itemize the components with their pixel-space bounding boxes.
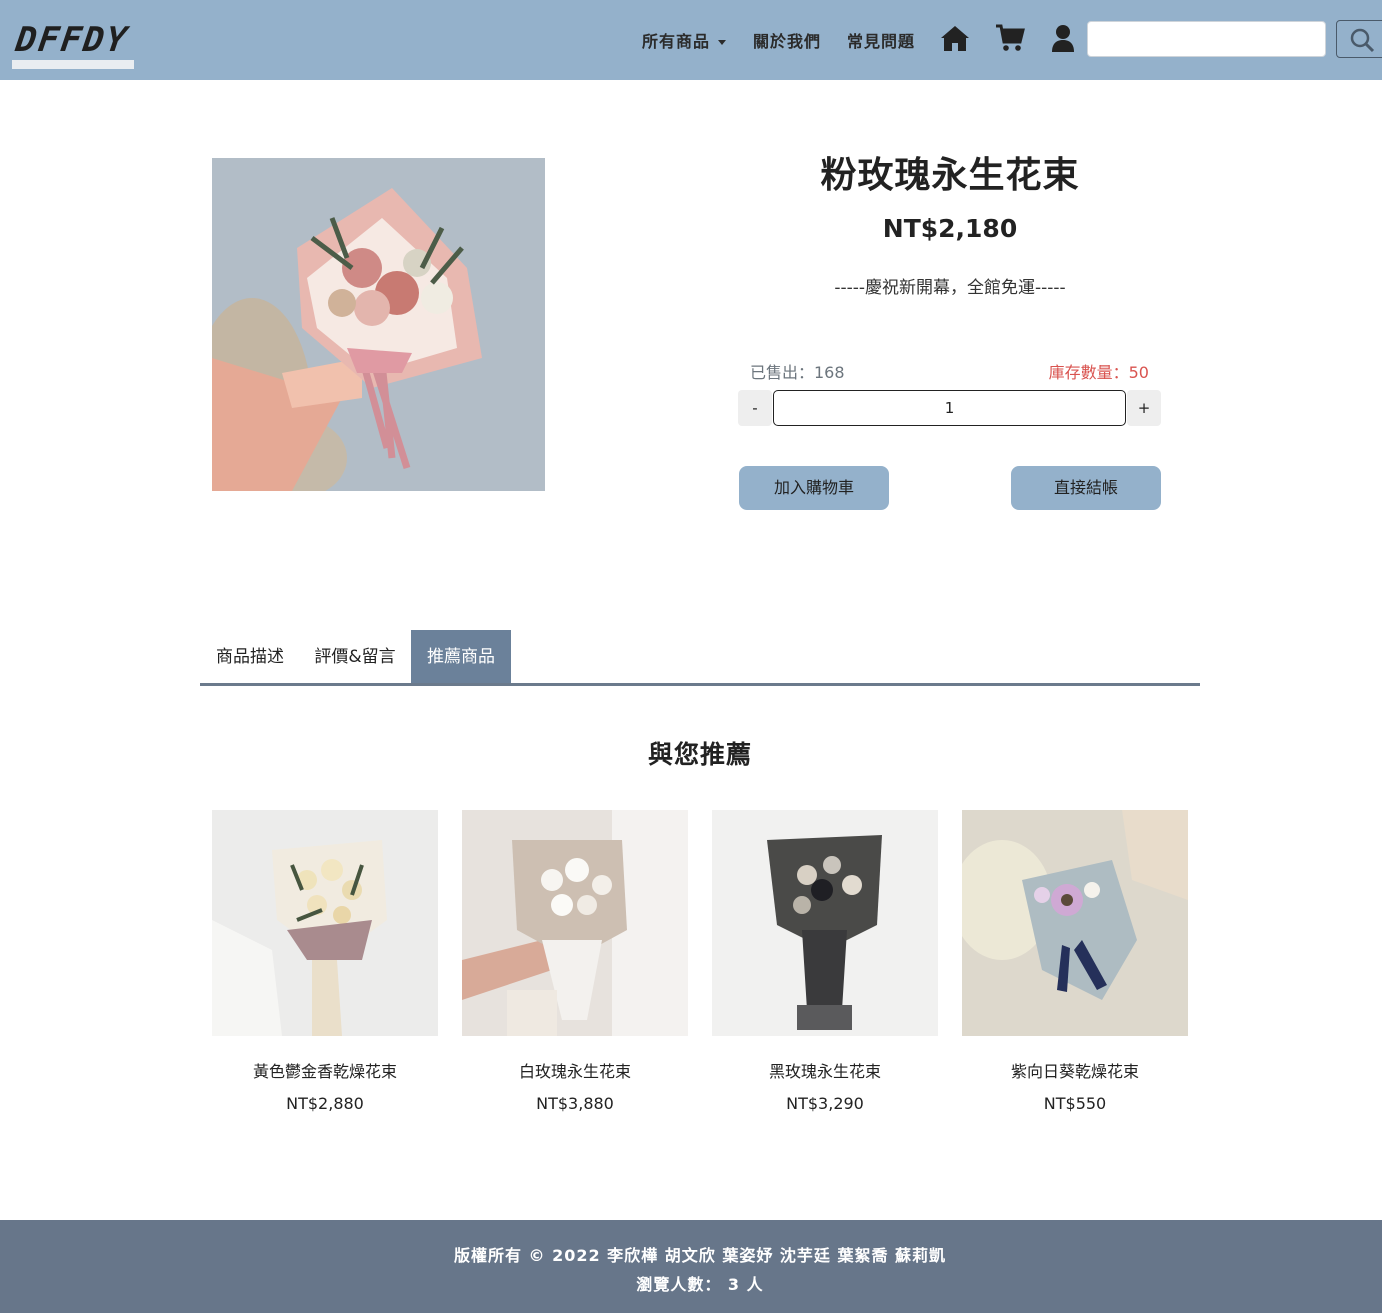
recommend-name[interactable]: 白玫瑰永生花束 (462, 1058, 688, 1082)
stock-count: 庫存數量：50 (1048, 363, 1149, 382)
search-input[interactable] (1087, 21, 1326, 57)
copyright-text: 版權所有 © 2022 李欣樺 胡文欣 葉姿妤 沈芋廷 葉絮喬 蘇莉凱 (453, 1246, 947, 1265)
recommend-image[interactable] (212, 810, 438, 1036)
recommend-image[interactable] (712, 810, 938, 1036)
recommend-price: NT$3,290 (786, 1094, 864, 1113)
product-price: NT$2,180 (882, 214, 1018, 243)
checkout-button[interactable]: 直接結帳 (1011, 466, 1161, 510)
tab-recommend[interactable]: 推薦商品 (411, 630, 511, 683)
user-icon[interactable] (1050, 24, 1076, 56)
recommend-image[interactable] (962, 810, 1188, 1036)
all-products-label: 所有商品 (642, 32, 711, 51)
all-products-dropdown[interactable]: 所有商品 (642, 28, 727, 52)
faq-link[interactable]: 常見問題 (847, 28, 915, 52)
recommend-name[interactable]: 黃色鬱金香乾燥花束 (212, 1058, 438, 1082)
quantity-increase-button[interactable]: + (1127, 390, 1161, 426)
page-footer: 版權所有 © 2022 李欣樺 胡文欣 葉姿妤 沈芋廷 葉絮喬 蘇莉凱 瀏覽人數… (0, 1220, 1382, 1313)
recommend-price: NT$2,880 (286, 1094, 364, 1113)
quantity-input[interactable]: 1 (773, 390, 1126, 426)
add-to-cart-button[interactable]: 加入購物車 (739, 466, 889, 510)
recommend-card[interactable]: 白玫瑰永生花束 NT$3,880 (462, 810, 688, 1113)
sold-count: 已售出：168 (750, 363, 845, 382)
search-icon (1350, 28, 1375, 53)
product-title: 粉玫瑰永生花束 (820, 155, 1080, 196)
site-logo[interactable]: DFFDY (12, 18, 134, 70)
recommend-image[interactable] (462, 810, 688, 1036)
recommend-name[interactable]: 紫向日葵乾燥花束 (962, 1058, 1188, 1082)
product-tabs: 商品描述 評價&留言 推薦商品 (200, 630, 1200, 686)
tab-reviews[interactable]: 評價&留言 (305, 630, 405, 683)
recommend-card[interactable]: 黃色鬱金香乾燥花束 NT$2,880 (212, 810, 438, 1113)
logo-underline (12, 60, 134, 69)
recommend-card[interactable]: 黑玫瑰永生花束 NT$3,290 (712, 810, 938, 1113)
search-button[interactable] (1336, 20, 1382, 58)
tab-description[interactable]: 商品描述 (200, 630, 300, 683)
cart-icon[interactable] (995, 24, 1025, 56)
recommend-price: NT$550 (1043, 1094, 1107, 1113)
recommend-card[interactable]: 紫向日葵乾燥花束 NT$550 (962, 810, 1188, 1113)
recommend-price: NT$3,880 (536, 1094, 614, 1113)
caret-down-icon (718, 40, 727, 45)
recommend-heading: 與您推薦 (647, 740, 752, 769)
promo-text: -----慶祝新開幕，全館免運----- (834, 278, 1066, 298)
visitor-count: 瀏覽人數： 3 人 (636, 1275, 764, 1294)
quantity-decrease-button[interactable]: - (738, 390, 772, 426)
product-image (212, 158, 545, 491)
about-link[interactable]: 關於我們 (753, 28, 821, 52)
recommend-name[interactable]: 黑玫瑰永生花束 (712, 1058, 938, 1082)
logo-text: DFFDY (13, 20, 132, 60)
home-icon[interactable] (940, 24, 970, 56)
top-navbar: DFFDY 所有商品 關於我們 常見問題 (0, 0, 1382, 80)
